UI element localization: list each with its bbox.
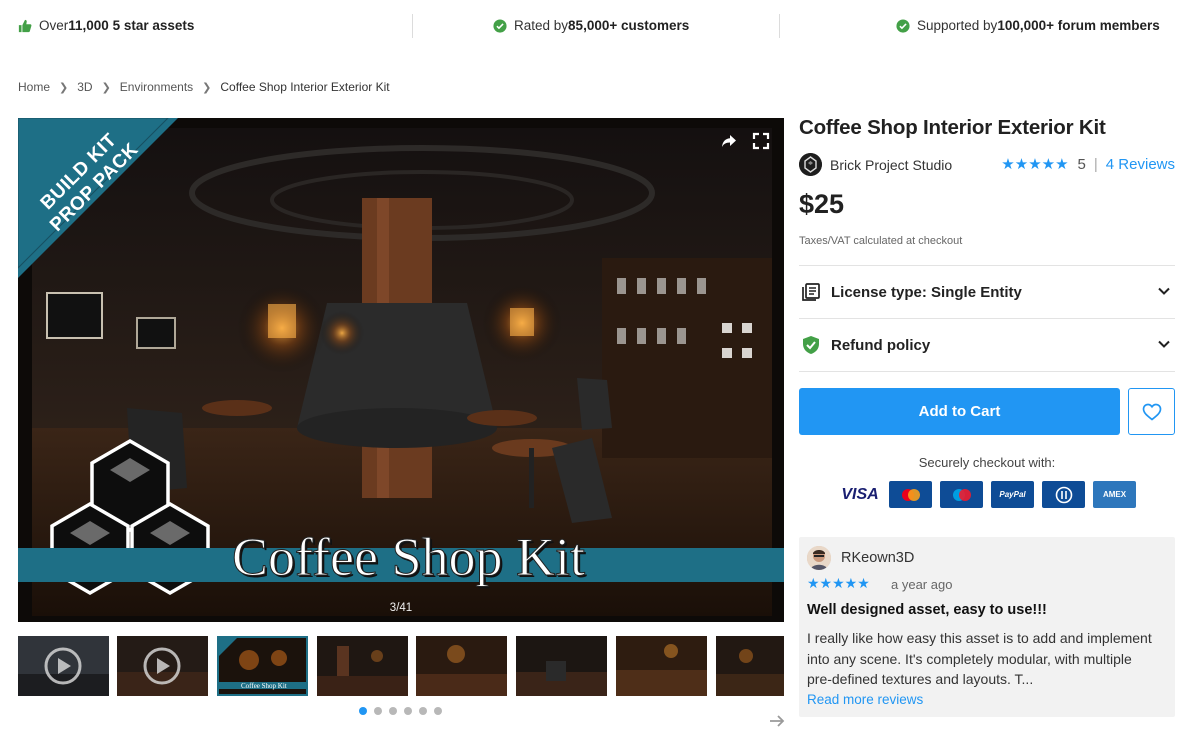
add-to-cart-button[interactable]: Add to Cart	[799, 388, 1120, 435]
divider	[799, 371, 1175, 372]
trust-item-rated: Rated by 85,000+ customers	[493, 18, 689, 33]
breadcrumb-home[interactable]: Home	[18, 80, 50, 94]
carousel-dot[interactable]	[374, 707, 382, 715]
breadcrumb: Home ❯ 3D ❯ Environments ❯ Coffee Shop I…	[18, 80, 390, 94]
maestro-icon	[940, 481, 983, 508]
thumbs-up-icon	[18, 19, 32, 32]
play-icon	[18, 636, 109, 696]
divider: |	[1093, 155, 1098, 173]
review-card: RKeown3D ★★★★★ a year ago Well designed …	[799, 537, 1175, 717]
chevron-down-icon	[1158, 340, 1170, 348]
amex-icon: AMEX	[1093, 481, 1136, 508]
license-type-accordion[interactable]: License type: Single Entity	[799, 266, 1175, 318]
fullscreen-icon[interactable]	[752, 132, 770, 150]
tax-note: Taxes/VAT calculated at checkout	[799, 235, 963, 247]
banner-title: Coffee Shop Kit	[232, 527, 586, 588]
thumbnail-image	[516, 636, 607, 696]
trust-rated-bold: 85,000+ customers	[568, 18, 690, 33]
thumbnail-image	[616, 636, 707, 696]
thumbnail-video-1[interactable]	[18, 636, 109, 696]
thumbnail-3-selected[interactable]: Coffee Shop Kit	[217, 636, 308, 696]
thumbnail-caption: Coffee Shop Kit	[241, 682, 287, 690]
payment-methods: VISA PayPal AMEX	[839, 481, 1136, 508]
carousel-dot[interactable]	[404, 707, 412, 715]
heart-icon	[1142, 403, 1161, 421]
shield-check-icon	[803, 336, 819, 354]
share-icon[interactable]	[720, 132, 738, 150]
rating-summary: ★★★★★ 5 | 4 Reviews	[1001, 155, 1175, 174]
license-type-label: License type: Single Entity	[831, 283, 1022, 301]
chevron-right-icon: ❯	[101, 81, 111, 94]
reviewer-avatar[interactable]	[807, 546, 831, 570]
secure-checkout-label: Securely checkout with:	[918, 455, 1056, 470]
thumbnail-image	[317, 636, 408, 696]
trust-item-support: Supported by 100,000+ forum members	[896, 18, 1160, 33]
carousel-dots	[359, 707, 442, 715]
divider	[779, 14, 780, 38]
trust-support-prefix: Supported by	[917, 18, 998, 33]
visa-icon: VISA	[841, 485, 879, 503]
seller-row: Brick Project Studio ★★★★★ 5 | 4 Reviews	[799, 153, 1175, 177]
carousel-dot[interactable]	[434, 707, 442, 715]
thumbnail-8[interactable]	[716, 636, 784, 696]
verified-check-icon	[896, 18, 910, 33]
refund-policy-accordion[interactable]: Refund policy	[799, 319, 1175, 371]
thumbnail-7[interactable]	[616, 636, 707, 696]
trust-assets-prefix: Over	[39, 18, 69, 33]
carousel-dot[interactable]	[359, 707, 367, 715]
divider	[412, 14, 413, 38]
rating-stars: ★★★★★	[1001, 156, 1069, 173]
review-stars: ★★★★★	[807, 575, 870, 591]
publisher-logo[interactable]	[799, 153, 822, 176]
image-counter: 3/41	[389, 602, 413, 614]
product-info-panel: Coffee Shop Interior Exterior Kit Brick …	[799, 116, 1175, 717]
rating-value: 5	[1077, 155, 1086, 173]
main-product-image[interactable]: BUILD KIT PROP PACK Coffee Shop Kit 3/41	[18, 118, 784, 622]
thumbnail-image	[416, 636, 507, 696]
refund-policy-label: Refund policy	[831, 336, 931, 354]
breadcrumb-environments[interactable]: Environments	[120, 80, 193, 94]
thumbnail-6[interactable]	[516, 636, 607, 696]
license-icon	[802, 283, 820, 301]
publisher-name[interactable]: Brick Project Studio	[830, 157, 952, 173]
arrow-right-icon[interactable]	[768, 712, 786, 730]
trust-bar: Over 11,000 5 star assets Rated by 85,00…	[0, 0, 1194, 54]
wishlist-button[interactable]	[1128, 388, 1175, 435]
price: $25	[799, 189, 845, 219]
breadcrumb-3d[interactable]: 3D	[77, 80, 92, 94]
paypal-icon: PayPal	[991, 481, 1034, 508]
breadcrumb-current: Coffee Shop Interior Exterior Kit	[220, 80, 390, 94]
reviews-link[interactable]: 4 Reviews	[1106, 156, 1175, 173]
trust-rated-prefix: Rated by	[514, 18, 569, 33]
review-body: I really like how easy this asset is to …	[807, 630, 1152, 687]
mastercard-icon	[889, 481, 932, 508]
diners-club-icon	[1042, 481, 1085, 508]
trust-assets-bold: 11,000 5 star assets	[68, 18, 195, 33]
avatar-image	[807, 546, 831, 570]
reviewer-name[interactable]: RKeown3D	[841, 550, 914, 566]
trust-item-assets: Over 11,000 5 star assets	[18, 18, 194, 33]
thumbnail-4[interactable]	[317, 636, 408, 696]
carousel-dot[interactable]	[419, 707, 427, 715]
play-icon	[117, 636, 208, 696]
trust-support-bold: 100,000+ forum members	[997, 18, 1160, 33]
thumbnail-5[interactable]	[416, 636, 507, 696]
product-title: Coffee Shop Interior Exterior Kit	[799, 116, 1106, 139]
chevron-right-icon: ❯	[202, 81, 212, 94]
carousel-dot[interactable]	[389, 707, 397, 715]
read-more-reviews-link[interactable]: Read more reviews	[807, 692, 923, 707]
verified-check-icon	[493, 18, 507, 33]
chevron-right-icon: ❯	[59, 81, 69, 94]
thumbnail-video-2[interactable]	[117, 636, 208, 696]
review-title: Well designed asset, easy to use!!!	[807, 602, 1047, 618]
thumbnail-image	[716, 636, 784, 696]
brick-logo-icon	[799, 153, 822, 176]
review-date: a year ago	[891, 577, 953, 592]
thumbnail-strip: Coffee Shop Kit	[18, 636, 784, 696]
chevron-down-icon	[1158, 287, 1170, 295]
